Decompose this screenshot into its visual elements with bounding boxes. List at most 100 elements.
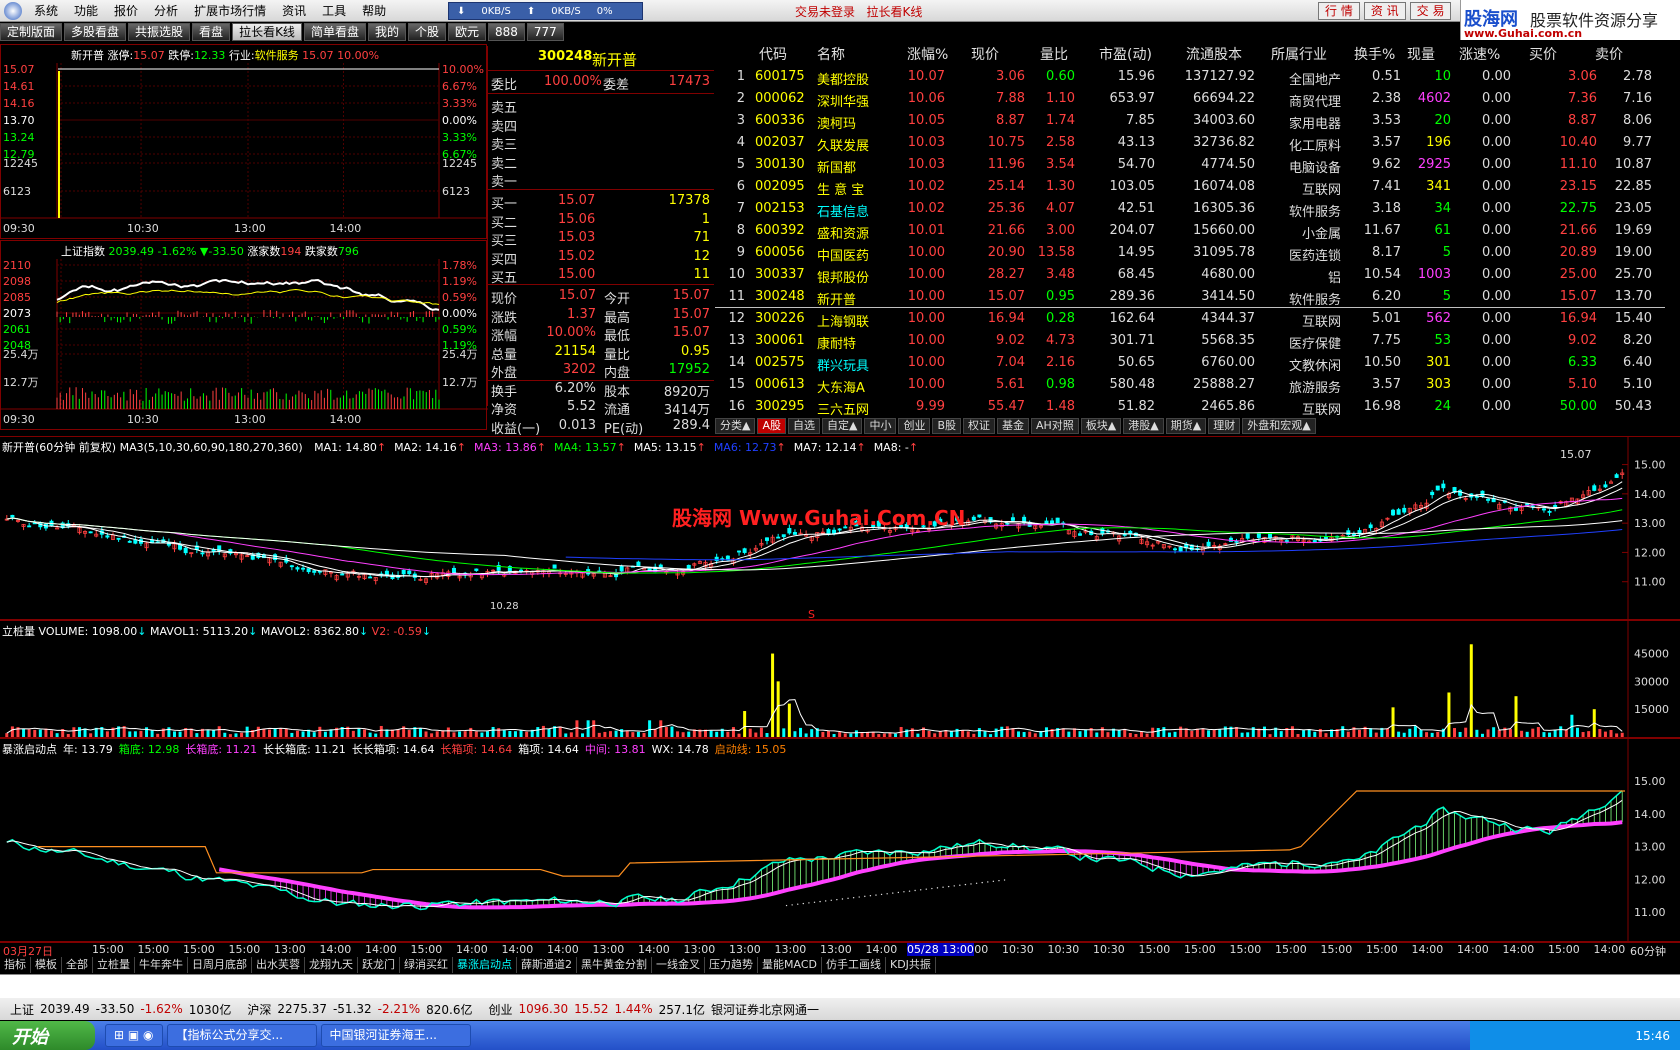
column-header[interactable]: 涨幅% [907,44,948,66]
ask-level[interactable]: 卖五 [488,96,714,116]
indicator-tab[interactable]: KDJ共振 [886,957,936,973]
tab-watch[interactable]: 看盘 [192,23,231,41]
tab-777[interactable]: 777 [526,23,564,41]
column-header[interactable]: 现价 [971,44,999,66]
market-tab[interactable]: 分类▲ [715,418,756,434]
menu-ext-market[interactable]: 扩展市场行情 [186,2,274,19]
menu-help[interactable]: 帮助 [354,2,394,19]
column-header[interactable]: 卖价 [1595,44,1623,66]
quote-button[interactable]: 行 情 [1318,2,1360,20]
table-row[interactable]: 15 000613 大东海A 10.00 5.61 0.98 580.48 25888.27 旅… [715,374,1665,396]
market-tab[interactable]: 外盘和宏观▲ [1242,418,1316,434]
ask-level[interactable]: 卖一 [488,170,714,190]
table-row[interactable]: 3 600336 澳柯玛 10.05 8.87 1.74 7.85 34003.60 家用电器 3… [715,110,1665,132]
indicator-tab[interactable]: 立桩量 [93,957,135,973]
market-tab[interactable]: 期货▲ [1165,418,1207,434]
tab-multi[interactable]: 多股看盘 [64,23,127,41]
column-header[interactable]: 现量 [1407,44,1435,66]
table-row[interactable]: 1 600175 美都控股 10.07 3.06 0.60 15.96 137127.92 全国… [715,66,1665,88]
table-row[interactable]: 14 002575 群兴玩具 10.00 7.04 2.16 50.65 6760.00 文教休… [715,352,1665,374]
news-button[interactable]: 资 讯 [1363,2,1406,20]
tab-simple[interactable]: 简单看盘 [303,23,366,41]
column-header[interactable]: 所属行业 [1271,44,1327,66]
indicator-tab[interactable]: 仿手工画线 [822,957,886,973]
ask-level[interactable]: 卖二 [488,152,714,172]
task-forum[interactable]: 【指标公式分享交... [166,1024,317,1047]
table-row[interactable]: 8 600392 盛和资源 10.01 21.66 3.00 204.07 15660.00 小… [715,220,1665,242]
indicator-tab[interactable]: 日周月底部 [188,957,252,973]
column-header[interactable]: 代码 [759,44,787,66]
market-tab[interactable]: 中小 [864,418,897,434]
indicator-tab[interactable]: 出水芙蓉 [252,957,305,973]
tab-mine[interactable]: 我的 [367,23,406,41]
intraday-chart-stock[interactable]: 新开普 涨停:15.07 跌停:12.33 行业:软件服务 15.07 10.0… [0,44,488,239]
bid-level[interactable]: 买四 15.02 12 [488,248,714,268]
menu-quote[interactable]: 报价 [106,2,146,19]
indicator-tab[interactable]: 指标 [0,957,31,973]
indicator-tab[interactable]: 绿消买红 [400,957,453,973]
menu-system[interactable]: 系统 [26,2,66,19]
bid-level[interactable]: 买一 15.07 17378 [488,192,714,212]
menu-tools[interactable]: 工具 [314,2,354,19]
market-tab[interactable]: 基金 [997,418,1030,434]
table-row[interactable]: 11 300248 新开普 10.00 15.07 0.95 289.36 3414.50 软件… [715,286,1665,308]
indicator-tab[interactable]: 模板 [31,957,62,973]
column-header[interactable]: 市盈(动) [1099,44,1152,66]
tab-long-kline[interactable]: 拉长看K线 [232,23,302,41]
market-tab[interactable]: AH对照 [1031,418,1079,434]
ask-level[interactable]: 卖四 [488,115,714,135]
column-header[interactable]: 流通股本 [1186,44,1242,66]
table-row[interactable]: 2 000062 深圳华强 10.06 7.88 1.10 653.97 66694.22 商贸… [715,88,1665,110]
intraday-chart-index[interactable]: 上证指数 2039.49 -1.62% ▼-33.50 涨家数194 跌家数79… [0,240,488,430]
task-trading-app[interactable]: 中国银河证券海王... [320,1024,471,1047]
indicator-tab[interactable]: 全部 [62,957,93,973]
indicator-tab[interactable]: 龙翔九天 [305,957,358,973]
tab-stock[interactable]: 个股 [407,23,446,41]
menu-function[interactable]: 功能 [66,2,106,19]
indicator-tab[interactable]: 薛斯通道2 [517,957,577,973]
indicator-tab[interactable]: 压力趋势 [705,957,758,973]
menu-analysis[interactable]: 分析 [146,2,186,19]
kline-chart[interactable]: 新开普(60分钟 前复权) MA3(5,10,30,60,90,180,270,… [0,436,1680,621]
market-tab[interactable]: 自定▲ [822,418,863,434]
column-header[interactable]: 涨速% [1459,44,1500,66]
table-row[interactable]: 10 300337 银邦股份 10.00 28.27 3.48 68.45 4680.00 铝 1… [715,264,1665,286]
indicator-tab[interactable]: 跃龙门 [358,957,400,973]
indicator-tab[interactable]: 黑牛黄金分割 [577,957,652,973]
column-header[interactable]: 换手% [1354,44,1395,66]
table-row[interactable]: 12 300226 上海钢联 10.00 16.94 0.28 162.64 4344.37 互… [715,308,1665,330]
indicator-tab[interactable]: 一线金叉 [652,957,705,973]
volume-chart[interactable]: 立桩量 VOLUME: 1098.00↓ MAVOL1: 5113.20↓ MA… [0,620,1680,739]
indicator-tab[interactable]: 牛年奔牛 [135,957,188,973]
market-tab[interactable]: 港股▲ [1123,418,1164,434]
ask-level[interactable]: 卖三 [488,133,714,153]
bid-level[interactable]: 买五 15.00 11 [488,266,714,286]
table-row[interactable]: 4 002037 久联发展 10.03 10.75 2.58 43.13 32736.82 化工… [715,132,1665,154]
column-header[interactable]: 量比 [1040,44,1068,66]
tab-888[interactable]: 888 [488,23,525,41]
table-row[interactable]: 13 300061 康耐特 10.00 9.02 4.73 301.71 5568.35 医疗保… [715,330,1665,352]
command-area[interactable] [0,974,1680,998]
indicator-tab[interactable]: 量能MACD [758,957,822,973]
bid-level[interactable]: 买三 15.03 71 [488,229,714,249]
tab-resonance[interactable]: 共振选股 [128,23,191,41]
market-tab[interactable]: 板块▲ [1080,418,1122,434]
market-tab[interactable]: 理财 [1208,418,1241,434]
trade-button[interactable]: 交 易 [1409,2,1452,20]
menu-news[interactable]: 资讯 [274,2,314,19]
login-status[interactable]: 交易未登录 拉长看K线 [795,3,922,20]
tab-custom[interactable]: 定制版面 [0,23,63,41]
table-row[interactable]: 7 002153 石基信息 10.02 25.36 4.07 42.51 16305.36 软件… [715,198,1665,220]
start-button[interactable]: 开始 [0,1021,95,1050]
table-row[interactable]: 5 300130 新国都 10.03 11.96 3.54 54.70 4774.50 电脑设备… [715,154,1665,176]
table-row[interactable]: 6 002095 生 意 宝 10.02 25.14 1.30 103.05 16074.08… [715,176,1665,198]
indicator-tab[interactable]: 暴涨启动点 [453,957,517,973]
bid-level[interactable]: 买二 15.06 1 [488,211,714,231]
column-header[interactable]: 名称 [817,44,845,66]
indicator-chart[interactable]: 暴涨启动点 年: 13.79 箱底: 12.98 长箱底: 11.21 长长箱底: 11… [0,738,1680,943]
market-tab[interactable]: 自选 [788,418,820,434]
market-tab[interactable]: 创业 [898,418,931,434]
market-tab[interactable]: A股 [757,418,786,434]
table-row[interactable]: 9 600056 中国医药 10.00 20.90 13.58 14.95 31095.78 医… [715,242,1665,264]
market-tab[interactable]: 权证 [963,418,996,434]
